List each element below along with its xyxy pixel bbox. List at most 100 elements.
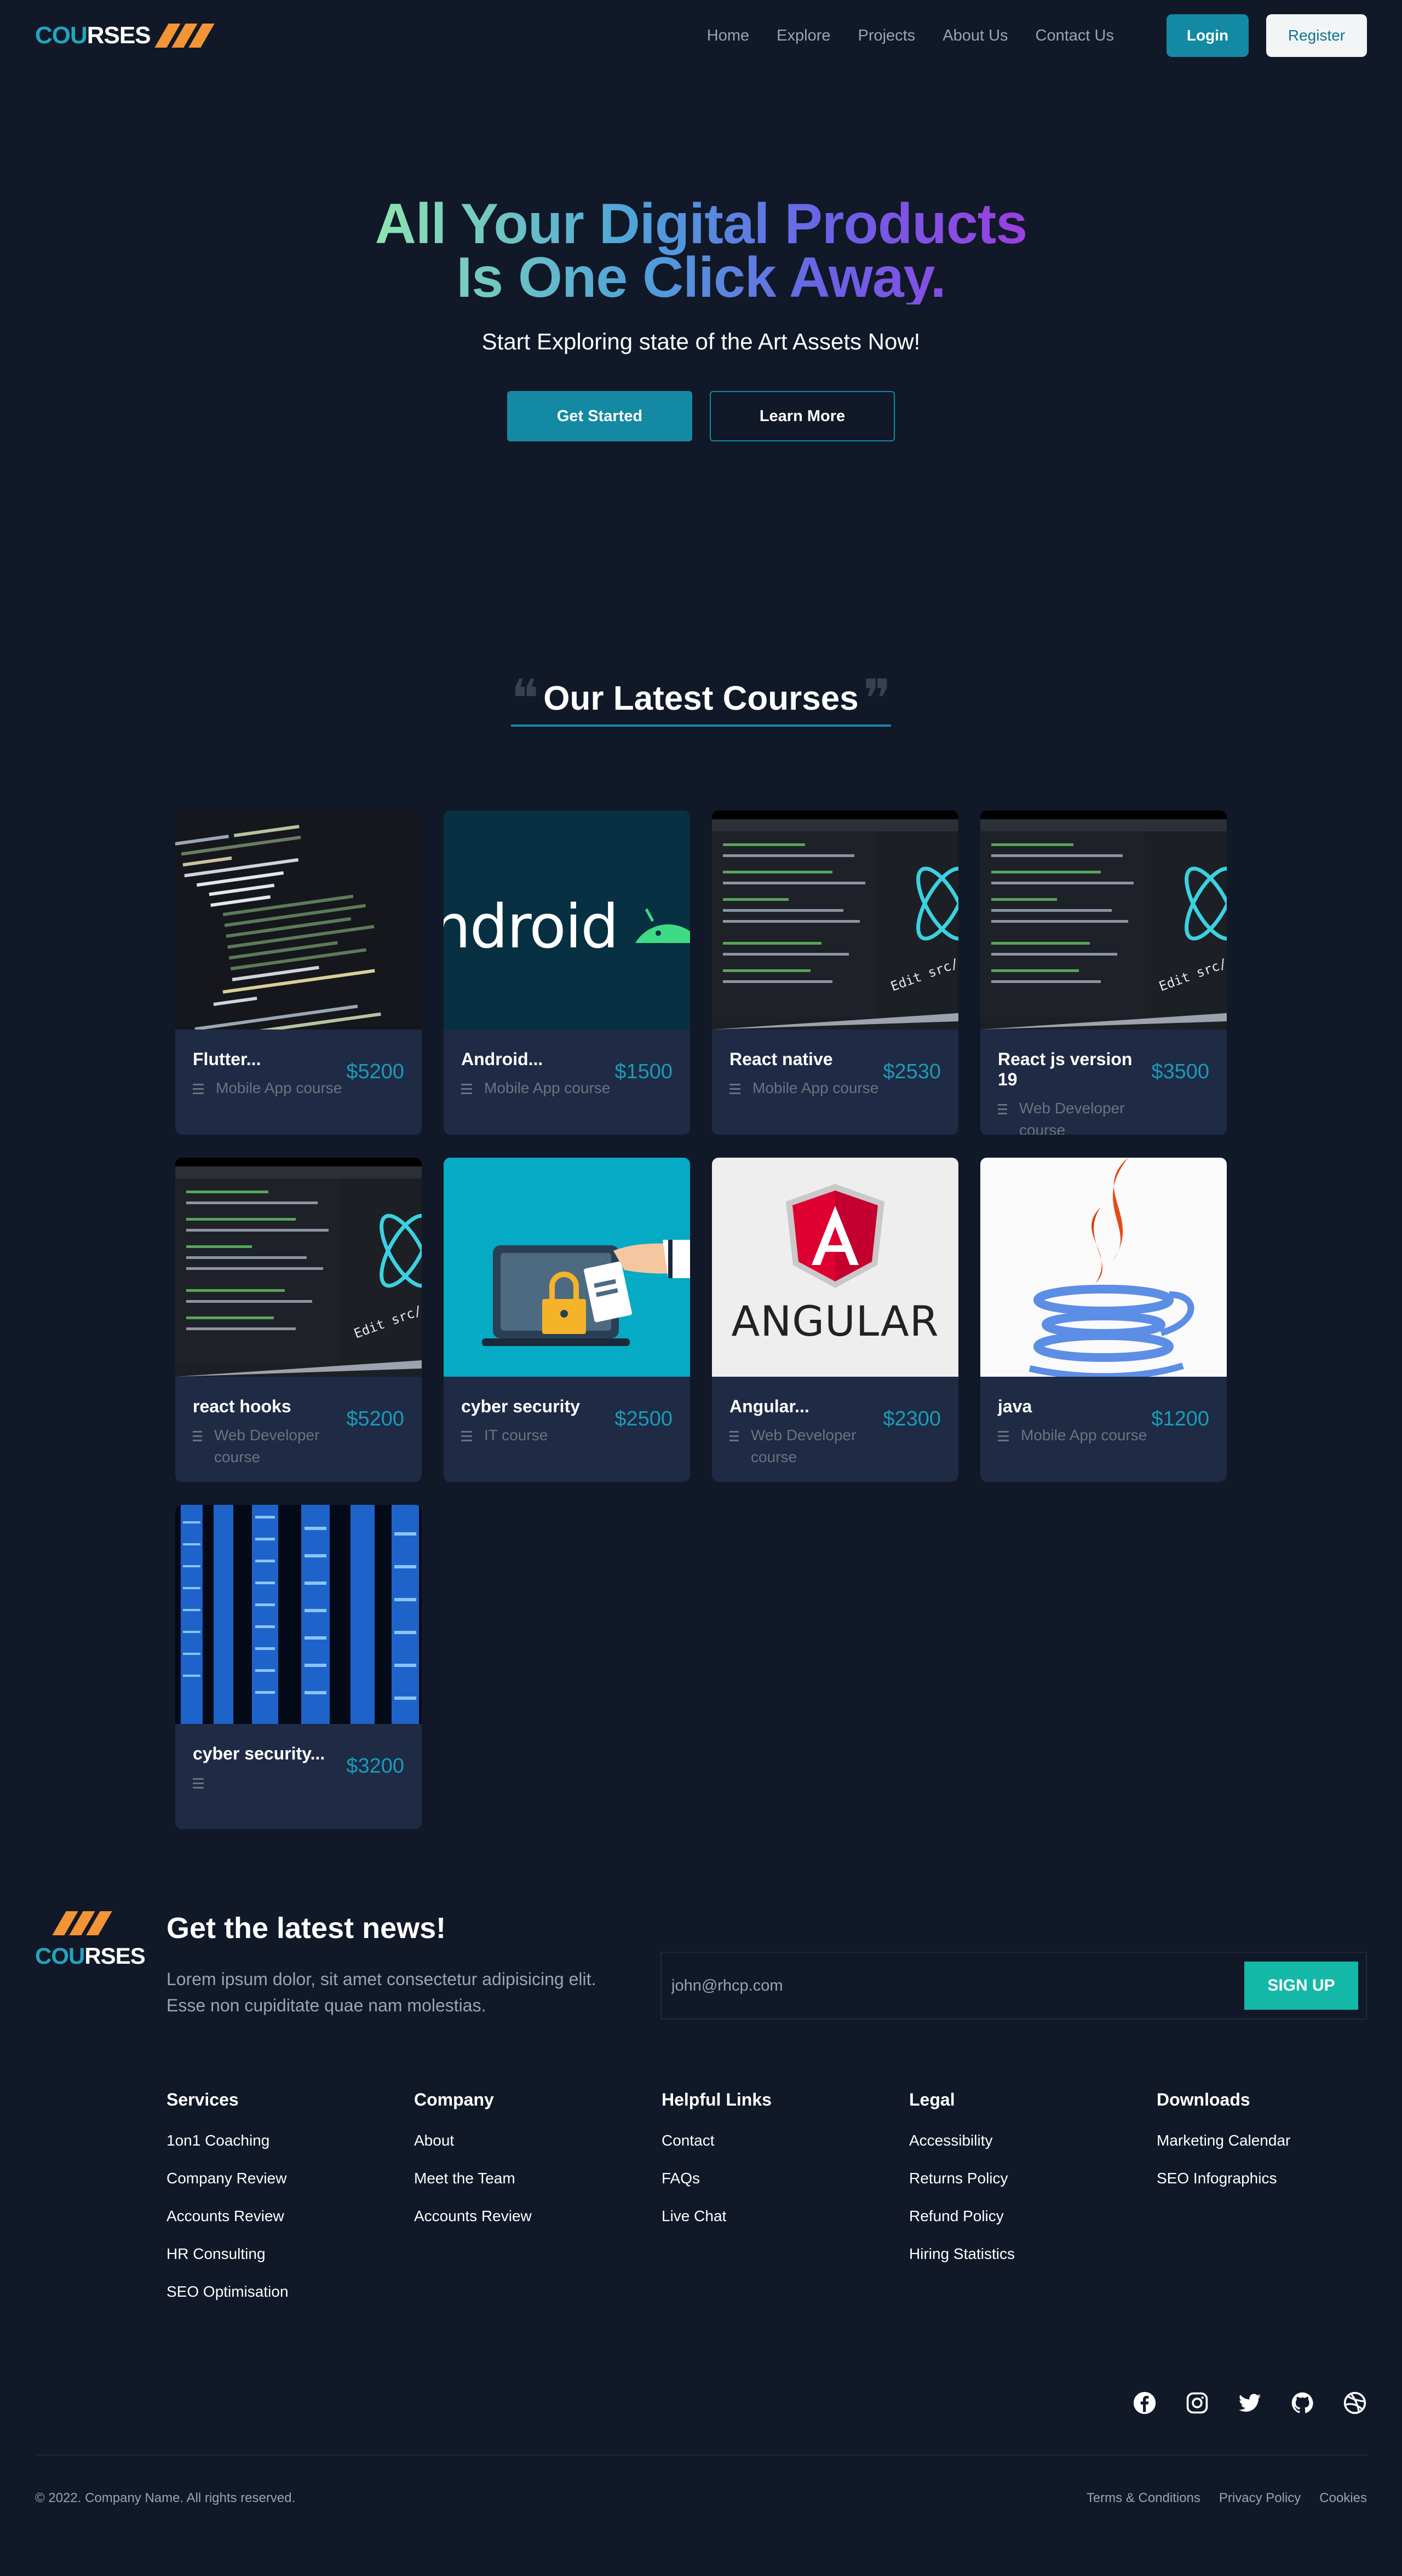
course-title[interactable]: Angular... xyxy=(729,1396,883,1417)
course-category: Mobile App course xyxy=(216,1079,342,1096)
newsletter-title: Get the latest news! xyxy=(166,1912,446,1945)
get-started-button[interactable]: Get Started xyxy=(507,391,692,441)
footer-link[interactable]: About xyxy=(414,2132,662,2149)
signup-button[interactable]: SIGN UP xyxy=(1244,1962,1358,2010)
footer-link[interactable]: Marketing Calendar xyxy=(1157,2132,1402,2149)
footer-link[interactable]: Company Review xyxy=(166,2170,414,2187)
course-card[interactable]: Edit src/App.js React native Mobile App … xyxy=(712,810,958,1135)
course-title[interactable]: Android... xyxy=(461,1049,610,1070)
course-title[interactable]: cyber security xyxy=(461,1396,580,1417)
svg-text:Edit src/App.js: Edit src/App.js xyxy=(1157,939,1227,994)
course-price: $5200 xyxy=(346,1060,404,1083)
course-image-react-editor: Edit src/App.js xyxy=(712,810,958,1030)
course-title[interactable]: react hooks xyxy=(193,1396,346,1417)
login-button[interactable]: Login xyxy=(1167,14,1249,57)
course-category: Web Developer course xyxy=(214,1427,320,1465)
course-card[interactable]: cyber security... $3200 xyxy=(175,1505,422,1829)
terms-link[interactable]: Terms & Conditions xyxy=(1087,2491,1200,2506)
logo-text: COURSES xyxy=(35,22,151,49)
footer-link[interactable]: Meet the Team xyxy=(414,2170,662,2187)
course-card[interactable]: java Mobile App course $1200 xyxy=(980,1158,1227,1482)
course-image-flutter-code xyxy=(175,810,422,1030)
course-category: Web Developer course xyxy=(750,1427,857,1465)
hero-subtitle: Start Exploring state of the Art Assets … xyxy=(481,329,921,354)
course-title[interactable]: React js version 19 xyxy=(998,1049,1151,1090)
logo-stripes-icon xyxy=(35,1911,134,1935)
course-card[interactable]: cyber security IT course $2500 xyxy=(444,1158,690,1482)
list-icon xyxy=(193,1778,204,1791)
course-title[interactable]: cyber security... xyxy=(193,1744,325,1764)
footer-column-helpful-links: Helpful Links Contact FAQs Live Chat xyxy=(662,2090,909,2321)
react-editor-art: Edit src/App.js xyxy=(980,810,1227,1030)
register-button[interactable]: Register xyxy=(1266,14,1367,57)
course-title[interactable]: java xyxy=(998,1396,1147,1417)
course-price: $3200 xyxy=(346,1755,404,1778)
footer-link[interactable]: Accessibility xyxy=(909,2132,1157,2149)
nav-home[interactable]: Home xyxy=(707,27,749,45)
java-logo-icon xyxy=(1028,1158,1194,1377)
nav-projects[interactable]: Projects xyxy=(858,27,915,45)
courses-section-title: ❝ Our Latest Courses ❞ xyxy=(0,672,1402,727)
twitter-icon[interactable] xyxy=(1238,2391,1262,2415)
list-icon xyxy=(729,1084,740,1099)
footer-link[interactable]: SEO Infographics xyxy=(1157,2170,1402,2187)
list-icon xyxy=(729,1431,739,1468)
github-icon[interactable] xyxy=(1290,2391,1314,2415)
footer-link[interactable]: Accounts Review xyxy=(166,2207,414,2225)
privacy-link[interactable]: Privacy Policy xyxy=(1219,2491,1301,2506)
course-card[interactable]: Edit src/App.js react hooks Web Develope… xyxy=(175,1158,422,1482)
cookies-link[interactable]: Cookies xyxy=(1319,2491,1367,2506)
course-category: IT course xyxy=(484,1427,548,1444)
course-title[interactable]: Flutter... xyxy=(193,1049,342,1070)
list-icon xyxy=(998,1431,1009,1446)
footer-link[interactable]: Hiring Statistics xyxy=(909,2245,1157,2263)
copyright-text: © 2022. Company Name. All rights reserve… xyxy=(35,2491,296,2505)
course-card[interactable]: ANGULAR Angular... Web Developer course … xyxy=(712,1158,958,1482)
angular-logo-icon: ANGULAR xyxy=(731,1184,939,1346)
nav-contact-us[interactable]: Contact Us xyxy=(1036,27,1114,45)
list-icon xyxy=(461,1084,472,1099)
footer-link[interactable]: Accounts Review xyxy=(414,2207,662,2225)
nav-explore[interactable]: Explore xyxy=(777,27,830,45)
footer-link[interactable]: Contact xyxy=(662,2132,909,2149)
svg-text:Edit src/App.js: Edit src/App.js xyxy=(888,939,958,994)
course-image-server-racks xyxy=(175,1505,422,1724)
course-category: Web Developer course xyxy=(1019,1100,1125,1135)
server-racks-art xyxy=(181,1505,419,1724)
course-image-laptop-lock xyxy=(444,1158,690,1377)
course-image-angular-logo: ANGULAR xyxy=(712,1158,958,1377)
course-image-java-logo xyxy=(980,1158,1227,1377)
course-category: Mobile App course xyxy=(484,1079,611,1096)
course-price: $3500 xyxy=(1151,1060,1209,1083)
course-card[interactable]: Flutter... Mobile App course $5200 xyxy=(175,810,422,1135)
legal-links: Terms & Conditions Privacy Policy Cookie… xyxy=(1068,2491,1367,2506)
course-card[interactable]: Edit src/App.js React js version 19 Web … xyxy=(980,810,1227,1135)
email-input[interactable] xyxy=(662,1976,1244,1995)
courses-heading: Our Latest Courses xyxy=(543,680,859,717)
footer-column-services: Services 1on1 Coaching Company Review Ac… xyxy=(166,2090,414,2321)
list-icon xyxy=(998,1104,1007,1135)
footer-logo[interactable]: COURSES xyxy=(35,1911,146,1969)
list-icon xyxy=(193,1431,202,1468)
nav-about-us[interactable]: About Us xyxy=(943,27,1008,45)
footer-link[interactable]: Live Chat xyxy=(662,2207,909,2225)
footer-column-title: Legal xyxy=(909,2090,955,2109)
footer-link[interactable]: Returns Policy xyxy=(909,2170,1157,2187)
hero-title: All Your Digital Products Is One Click Aw… xyxy=(375,192,1027,309)
logo[interactable]: COURSES xyxy=(35,22,215,49)
social-links xyxy=(1104,2391,1367,2415)
course-title[interactable]: React native xyxy=(729,1049,878,1070)
footer-link[interactable]: HR Consulting xyxy=(166,2245,414,2263)
learn-more-button[interactable]: Learn More xyxy=(710,391,895,441)
footer-link[interactable]: SEO Optimisation xyxy=(166,2283,414,2301)
course-price: $1200 xyxy=(1151,1407,1209,1430)
dribbble-icon[interactable] xyxy=(1343,2391,1367,2415)
footer-link[interactable]: 1on1 Coaching xyxy=(166,2132,414,2149)
facebook-icon[interactable] xyxy=(1133,2391,1157,2415)
footer-link[interactable]: Refund Policy xyxy=(909,2207,1157,2225)
android-robot-icon xyxy=(635,908,690,943)
course-card[interactable]: ndroid Android... Mobile App course $150… xyxy=(444,810,690,1135)
instagram-icon[interactable] xyxy=(1185,2391,1209,2415)
hero: All Your Digital Products Is One Click Aw… xyxy=(0,197,1402,441)
footer-link[interactable]: FAQs xyxy=(662,2170,909,2187)
